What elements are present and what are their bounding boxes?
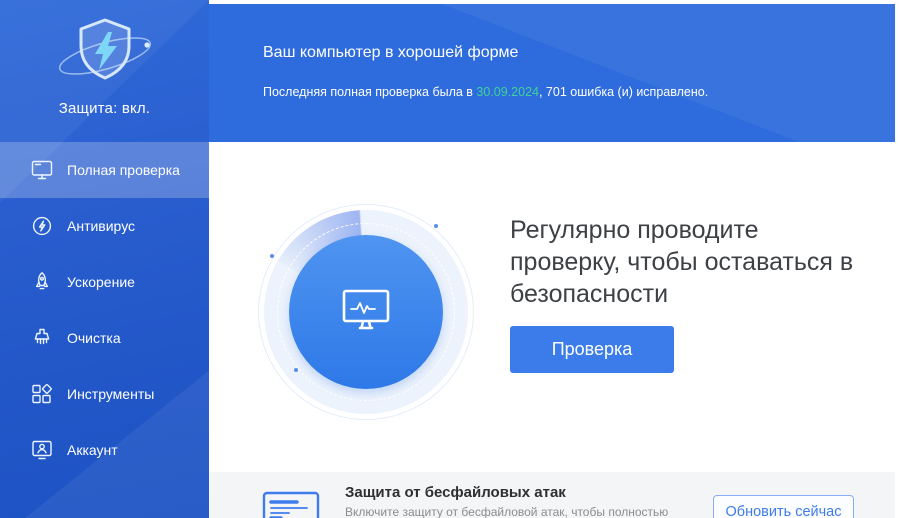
last-scan-summary: Последняя полная проверка была в 30.09.2… (263, 85, 708, 99)
banner-title: Защита от бесфайловых атак (345, 484, 566, 501)
last-scan-suffix: , 701 ошибка (и) исправлено. (538, 85, 709, 99)
sidebar-item-account[interactable]: Аккаунт (0, 422, 209, 478)
protection-logo-block: Защита: вкл. (0, 0, 209, 117)
account-user-icon (30, 438, 54, 462)
last-scan-prefix: Последняя полная проверка была в (263, 85, 477, 99)
sidebar-item-antivirus[interactable]: Антивирус (0, 198, 209, 254)
banner-description: Включите защиту от бесфайловой атак, что… (345, 505, 669, 518)
sidebar-item-label: Полная проверка (67, 162, 180, 178)
fileless-attack-banner: Защита от бесфайловых атак Включите защи… (209, 472, 895, 518)
scan-ring (258, 204, 474, 420)
shield-bolt-orbit-icon (0, 12, 209, 94)
header-deco (442, 4, 895, 142)
sidebar-item-label: Антивирус (67, 218, 136, 234)
update-now-button[interactable]: Обновить сейчас (713, 495, 854, 518)
ring-dot (270, 254, 274, 258)
ring-dot (294, 368, 298, 372)
scan-circle[interactable] (289, 235, 443, 389)
scan-button[interactable]: Проверка (510, 326, 674, 373)
last-scan-date: 30.09.2024 (476, 85, 539, 99)
scan-advice-headline: Регулярно проводите проверку, чтобы оста… (510, 216, 854, 308)
sidebar-item-tools[interactable]: Инструменты (0, 366, 209, 422)
sidebar-item-cleanup[interactable]: Очистка (0, 310, 209, 366)
status-header: Ваш компьютер в хорошей форме Последняя … (209, 4, 895, 142)
sidebar-item-label: Ускорение (67, 274, 135, 290)
antivirus-bolt-icon (30, 214, 54, 238)
document-lines-icon (262, 491, 320, 518)
security-app-window: Защита: вкл. Полная проверка Антивирус У… (0, 0, 900, 518)
sidebar-item-label: Аккаунт (67, 442, 118, 458)
monitor-pulse-icon (340, 287, 392, 338)
broom-icon (30, 326, 54, 350)
health-status-title: Ваш компьютер в хорошей форме (263, 44, 519, 61)
sidebar-menu: Полная проверка Антивирус Ускорение Очис… (0, 142, 209, 478)
protection-status-label: Защита: вкл. (58, 100, 151, 117)
ring-dot (434, 224, 438, 228)
monitor-scan-icon (30, 158, 54, 182)
rocket-icon (30, 270, 54, 294)
tools-grid-icon (30, 382, 54, 406)
sidebar-item-full-scan[interactable]: Полная проверка (0, 142, 209, 198)
sidebar-item-label: Инструменты (67, 386, 155, 402)
sidebar-item-speedup[interactable]: Ускорение (0, 254, 209, 310)
sidebar: Защита: вкл. Полная проверка Антивирус У… (0, 0, 209, 518)
sidebar-item-label: Очистка (67, 330, 121, 346)
